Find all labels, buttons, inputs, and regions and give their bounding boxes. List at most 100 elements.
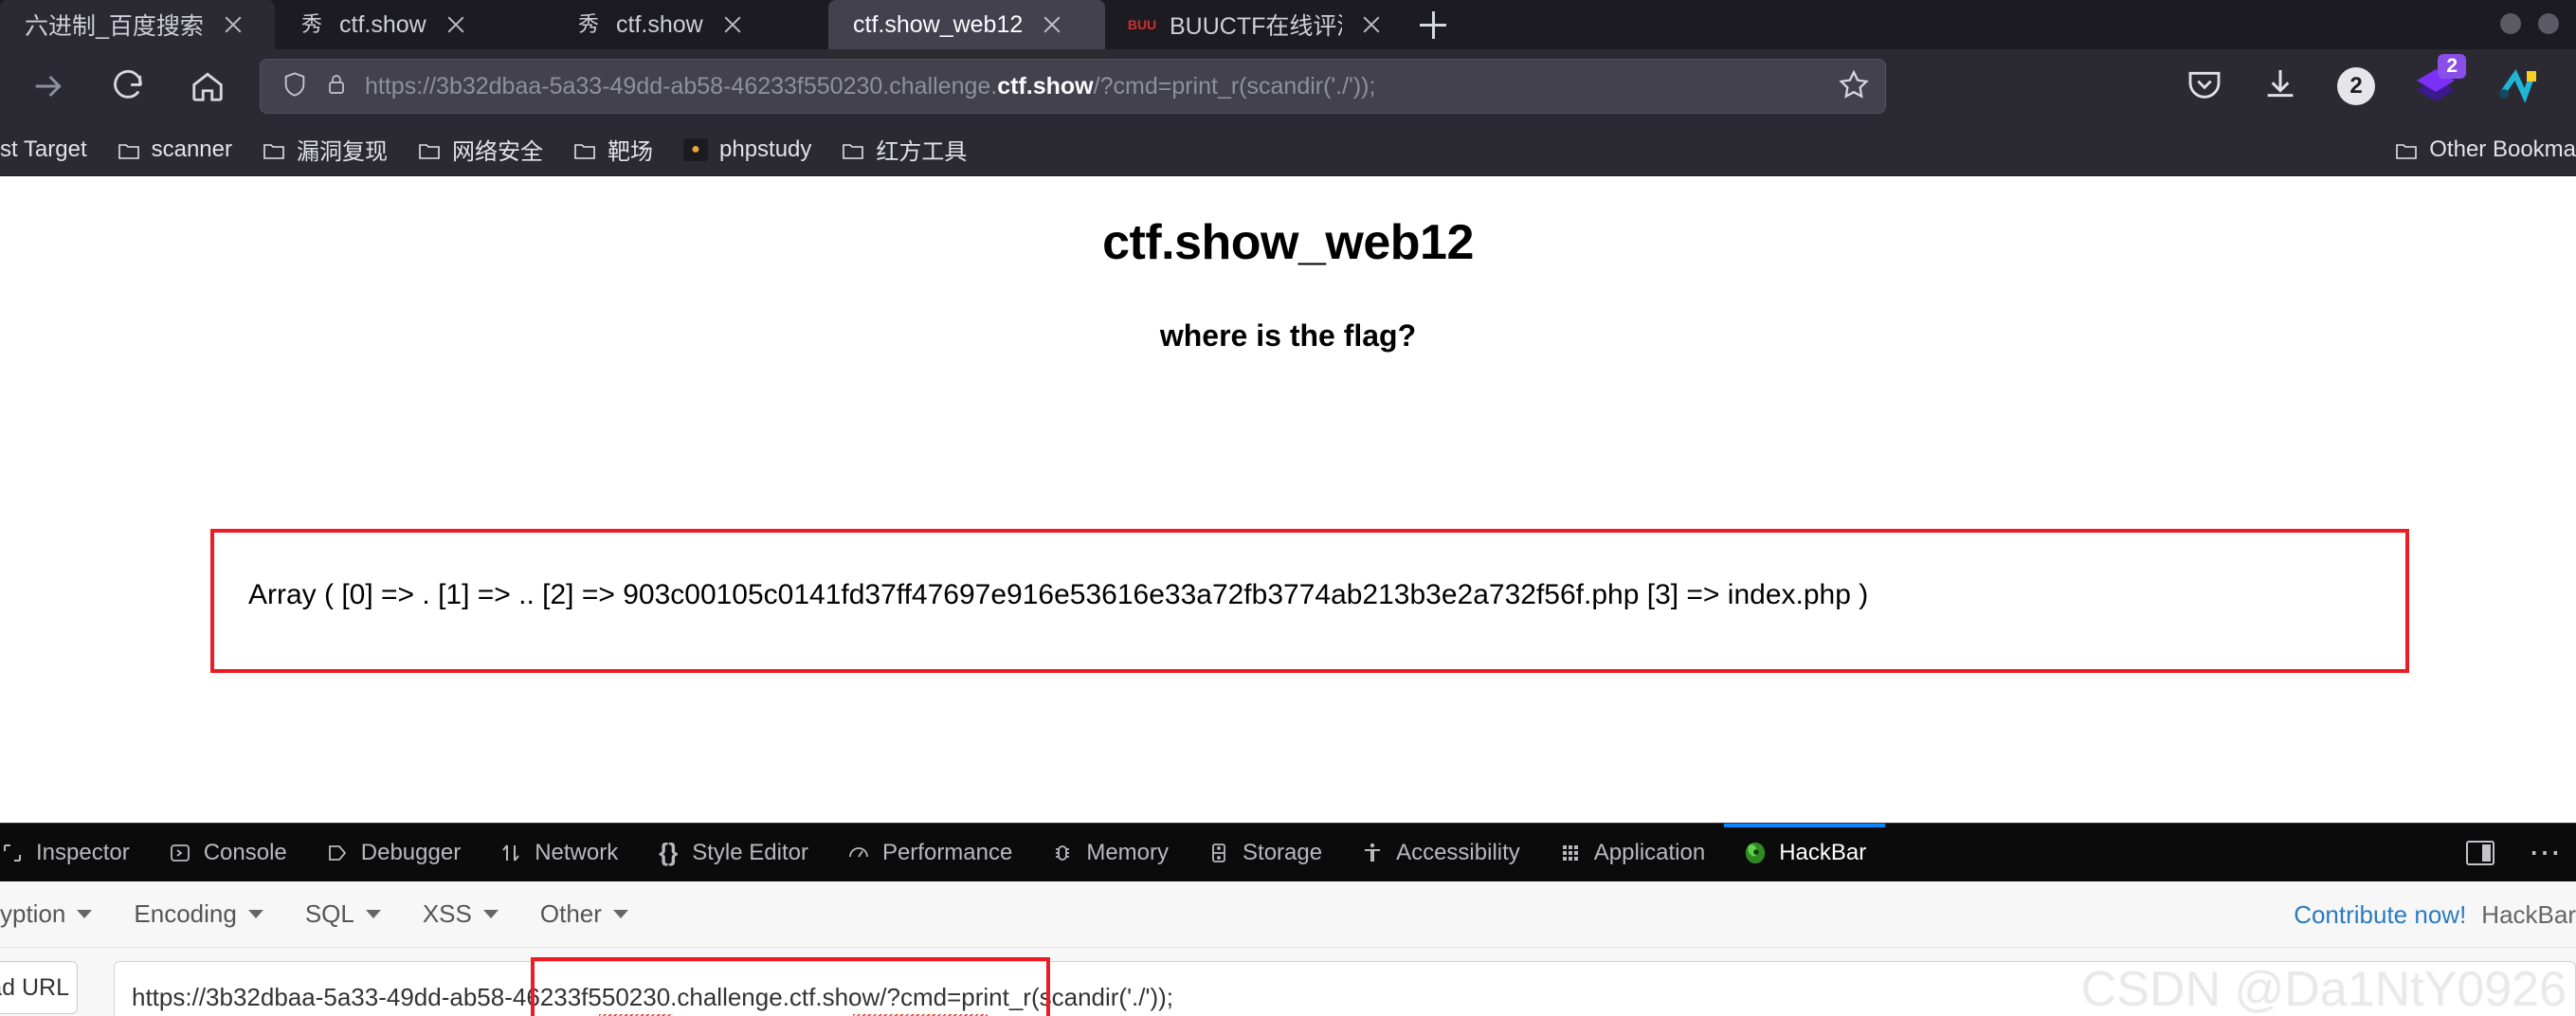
home-icon[interactable]: [178, 57, 237, 116]
new-tab-button[interactable]: [1406, 0, 1460, 49]
reload-icon[interactable]: [99, 57, 157, 116]
tab-label: 六进制_百度搜索: [25, 13, 204, 40]
devtools-tab-label: HackBar: [1779, 839, 1867, 865]
close-icon[interactable]: [718, 10, 747, 39]
pocket-icon[interactable]: [2186, 65, 2223, 108]
devtools-tab-label: Network: [535, 839, 619, 865]
hackbar-version-label: HackBar: [2481, 899, 2576, 929]
bookmark-label: phpstudy: [719, 136, 812, 162]
devtools-tab-label: Style Editor: [692, 839, 808, 865]
hackbar-icon: [1743, 841, 1768, 865]
tab-baidu-search[interactable]: 六进制_百度搜索: [0, 0, 275, 49]
devtools-tab-label: Storage: [1243, 839, 1323, 865]
inspector-icon: [0, 841, 25, 865]
browser-window: 六进制_百度搜索 秀 ctf.show 秀 ctf.show ctf.show_…: [0, 0, 2576, 1016]
bookmark-label: 红方工具: [876, 139, 968, 165]
bookmark-test-target[interactable]: st Target: [0, 136, 102, 163]
tab-ctfshow-web12[interactable]: ctf.show_web12: [828, 0, 1105, 49]
bookmark-vuln-recurrence[interactable]: 漏洞复现: [247, 133, 403, 166]
devtools-tab-console[interactable]: Console: [149, 824, 306, 882]
other-bookmarks-label: Other Bookma: [2429, 136, 2576, 162]
tab-label: ctf.show_web12: [853, 10, 1024, 38]
hackbar-menu-encoding[interactable]: Encoding: [113, 899, 283, 929]
page-content: ctf.show_web12 where is the flag? Array …: [0, 176, 2576, 823]
account-badge[interactable]: 2: [2337, 67, 2375, 105]
bookmarks-bar: st Target scanner 漏洞复现 网络安全 靶场 ● phpstud…: [0, 123, 2576, 176]
devtools-tab-label: Accessibility: [1396, 839, 1520, 865]
tab-buuctf[interactable]: BUU BUUCTF在线评测: [1105, 0, 1406, 49]
maximize-button[interactable]: [2538, 13, 2559, 34]
devtools-tab-application[interactable]: Application: [1539, 824, 1724, 882]
bookmark-label: st Target: [0, 136, 87, 162]
tab-label: BUUCTF在线评测: [1170, 13, 1342, 40]
bookmark-network-security[interactable]: 网络安全: [403, 133, 558, 166]
hackbar-button-column: oad URL plit URL: [0, 961, 114, 1016]
window-controls: [2500, 13, 2559, 34]
hackbar-menubar: yption Encoding SQL XSS Other Contribute…: [0, 881, 2576, 948]
extension-icon-colorful[interactable]: [2496, 65, 2538, 108]
hackbar-menu-other[interactable]: Other: [519, 899, 649, 929]
devtools-tab-debugger[interactable]: Debugger: [306, 824, 480, 882]
address-bar[interactable]: https://3b32dbaa-5a33-49dd-ab58-46233f55…: [260, 59, 1886, 114]
padlock-icon[interactable]: [325, 70, 348, 103]
devtools-tab-performance[interactable]: Performance: [827, 824, 1031, 882]
devtools-tab-label: Application: [1593, 839, 1706, 865]
hackbar-menubar-right: Contribute now! HackBar: [2294, 881, 2576, 948]
devtools-tab-hackbar[interactable]: HackBar: [1724, 823, 1886, 882]
close-icon[interactable]: [219, 10, 247, 39]
buuctf-favicon-icon: BUU: [1127, 17, 1157, 32]
dock-layout-icon[interactable]: [2466, 841, 2494, 865]
devtools-tab-inspector[interactable]: Inspector: [0, 824, 149, 882]
memory-icon: [1050, 841, 1075, 865]
phpstudy-icon: ●: [683, 137, 708, 161]
hackbar-menu-label: Other: [539, 899, 602, 928]
bookmark-label: scanner: [151, 136, 232, 162]
bookmark-label: 漏洞复现: [297, 139, 388, 165]
hackbar-menu-label: SQL: [304, 899, 354, 928]
hackbar-menu-label: yption: [0, 899, 66, 928]
close-icon[interactable]: [1038, 10, 1066, 39]
bookmark-red-team-tools[interactable]: 红方工具: [826, 133, 982, 166]
close-icon[interactable]: [1357, 10, 1386, 39]
minimize-button[interactable]: [2500, 13, 2521, 34]
navigation-toolbar: https://3b32dbaa-5a33-49dd-ab58-46233f55…: [0, 49, 2576, 123]
chevron-down-icon: [365, 910, 381, 918]
close-icon[interactable]: [442, 10, 470, 39]
debugger-icon: [325, 841, 350, 865]
hackbar-menu-label: XSS: [422, 899, 472, 928]
star-icon[interactable]: [1838, 68, 1870, 105]
devtools-tab-memory[interactable]: Memory: [1031, 824, 1188, 882]
bookmark-range[interactable]: 靶场: [558, 133, 668, 166]
tracking-protection-shield-icon[interactable]: [281, 70, 308, 103]
tab-ctfshow-2[interactable]: 秀 ctf.show: [552, 0, 828, 49]
extension-icon-purple[interactable]: 2: [2413, 54, 2466, 107]
console-icon: [168, 841, 192, 865]
other-bookmarks[interactable]: Other Bookma: [2395, 123, 2576, 176]
forward-arrow-icon[interactable]: [19, 57, 78, 116]
devtools-tab-label: Inspector: [36, 839, 130, 865]
hackbar-menu-sql[interactable]: SQL: [284, 899, 402, 929]
tab-ctfshow-1[interactable]: 秀 ctf.show: [275, 0, 552, 49]
more-options-icon[interactable]: ⋯: [2529, 837, 2563, 869]
devtools-tab-accessibility[interactable]: Accessibility: [1341, 824, 1539, 882]
folder-icon: [842, 140, 864, 159]
hackbar-menu-label: Encoding: [134, 899, 237, 928]
devtools-tab-network[interactable]: Network: [480, 824, 637, 882]
hackbar-menu-xss[interactable]: XSS: [402, 899, 519, 929]
bookmark-scanner[interactable]: scanner: [102, 136, 247, 163]
download-icon[interactable]: [2261, 65, 2299, 108]
devtools-tab-label: Console: [203, 839, 287, 865]
url-text: https://3b32dbaa-5a33-49dd-ab58-46233f55…: [365, 72, 1376, 100]
contribute-link[interactable]: Contribute now!: [2294, 900, 2466, 930]
application-icon: [1558, 841, 1583, 865]
folder-icon: [118, 140, 140, 159]
load-url-button[interactable]: oad URL: [0, 961, 78, 1014]
array-output-text: Array ( [0] => . [1] => .. [2] => 903c00…: [248, 579, 1869, 610]
page-title: ctf.show_web12: [1102, 215, 1474, 270]
chevron-down-icon: [612, 910, 628, 918]
devtools-tab-storage[interactable]: Storage: [1188, 824, 1341, 882]
devtools-tab-style-editor[interactable]: {} Style Editor: [637, 824, 827, 882]
hackbar-menu-encryption[interactable]: yption: [0, 899, 113, 929]
bookmark-phpstudy[interactable]: ● phpstudy: [668, 136, 826, 163]
bookmark-label: 网络安全: [452, 139, 543, 165]
